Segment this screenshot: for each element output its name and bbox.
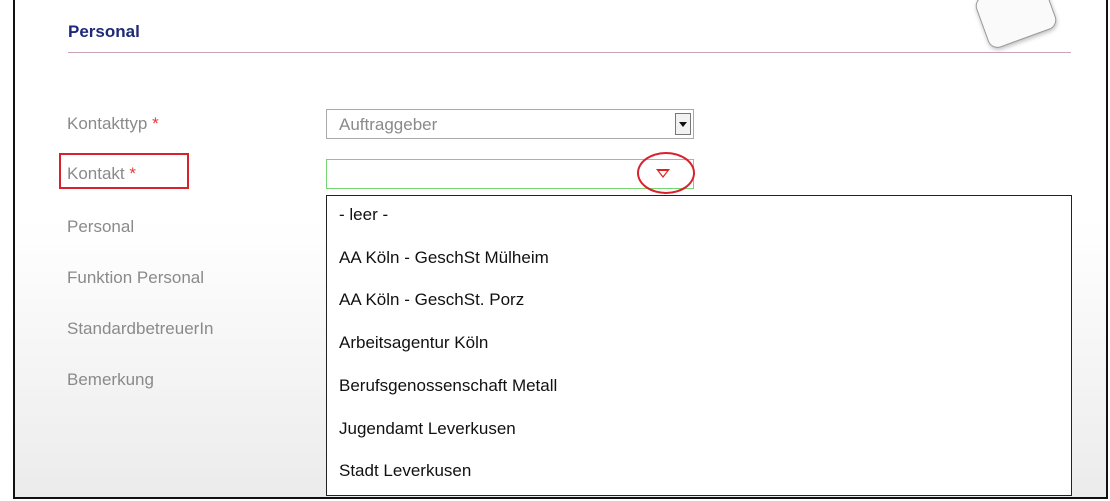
form-panel: Personal Kontakttyp * Kontakt * Personal…	[13, 0, 1108, 499]
dropdown-option[interactable]: AA Köln - GeschSt Mülheim	[339, 248, 549, 268]
kontakt-dropdown-list[interactable]: - leer - AA Köln - GeschSt Mülheim AA Kö…	[326, 195, 1072, 496]
kontakttyp-value: Auftraggeber	[339, 115, 438, 134]
decorative-graphic	[972, 0, 1060, 51]
label-personal: Personal	[67, 217, 135, 236]
label-kontakttyp: Kontakttyp *	[67, 114, 159, 134]
label-bemerkung: Bemerkung	[67, 370, 154, 389]
chevron-down-icon[interactable]	[675, 113, 691, 135]
label-standardbetreuer: StandardbetreuerIn	[67, 319, 214, 338]
dropdown-option[interactable]: Berufsgenossenschaft Metall	[339, 376, 557, 396]
kontakttyp-select[interactable]: Auftraggeber	[326, 109, 694, 139]
dropdown-option[interactable]: Stadt Leverkusen	[339, 461, 471, 481]
dropdown-arrow-highlight	[637, 152, 695, 194]
required-marker: *	[152, 114, 159, 133]
dropdown-option[interactable]: Jugendamt Leverkusen	[339, 419, 516, 439]
dropdown-option[interactable]: AA Köln - GeschSt. Porz	[339, 290, 524, 310]
kontakt-label-highlight	[59, 153, 189, 189]
dropdown-option[interactable]: - leer -	[339, 205, 388, 225]
label-funktion-personal: Funktion Personal	[67, 268, 205, 287]
label-kontakttyp-text: Kontakttyp	[67, 114, 148, 133]
dropdown-option[interactable]: Arbeitsagentur Köln	[339, 333, 488, 353]
section-divider	[68, 52, 1071, 53]
section-title: Personal	[68, 22, 140, 41]
